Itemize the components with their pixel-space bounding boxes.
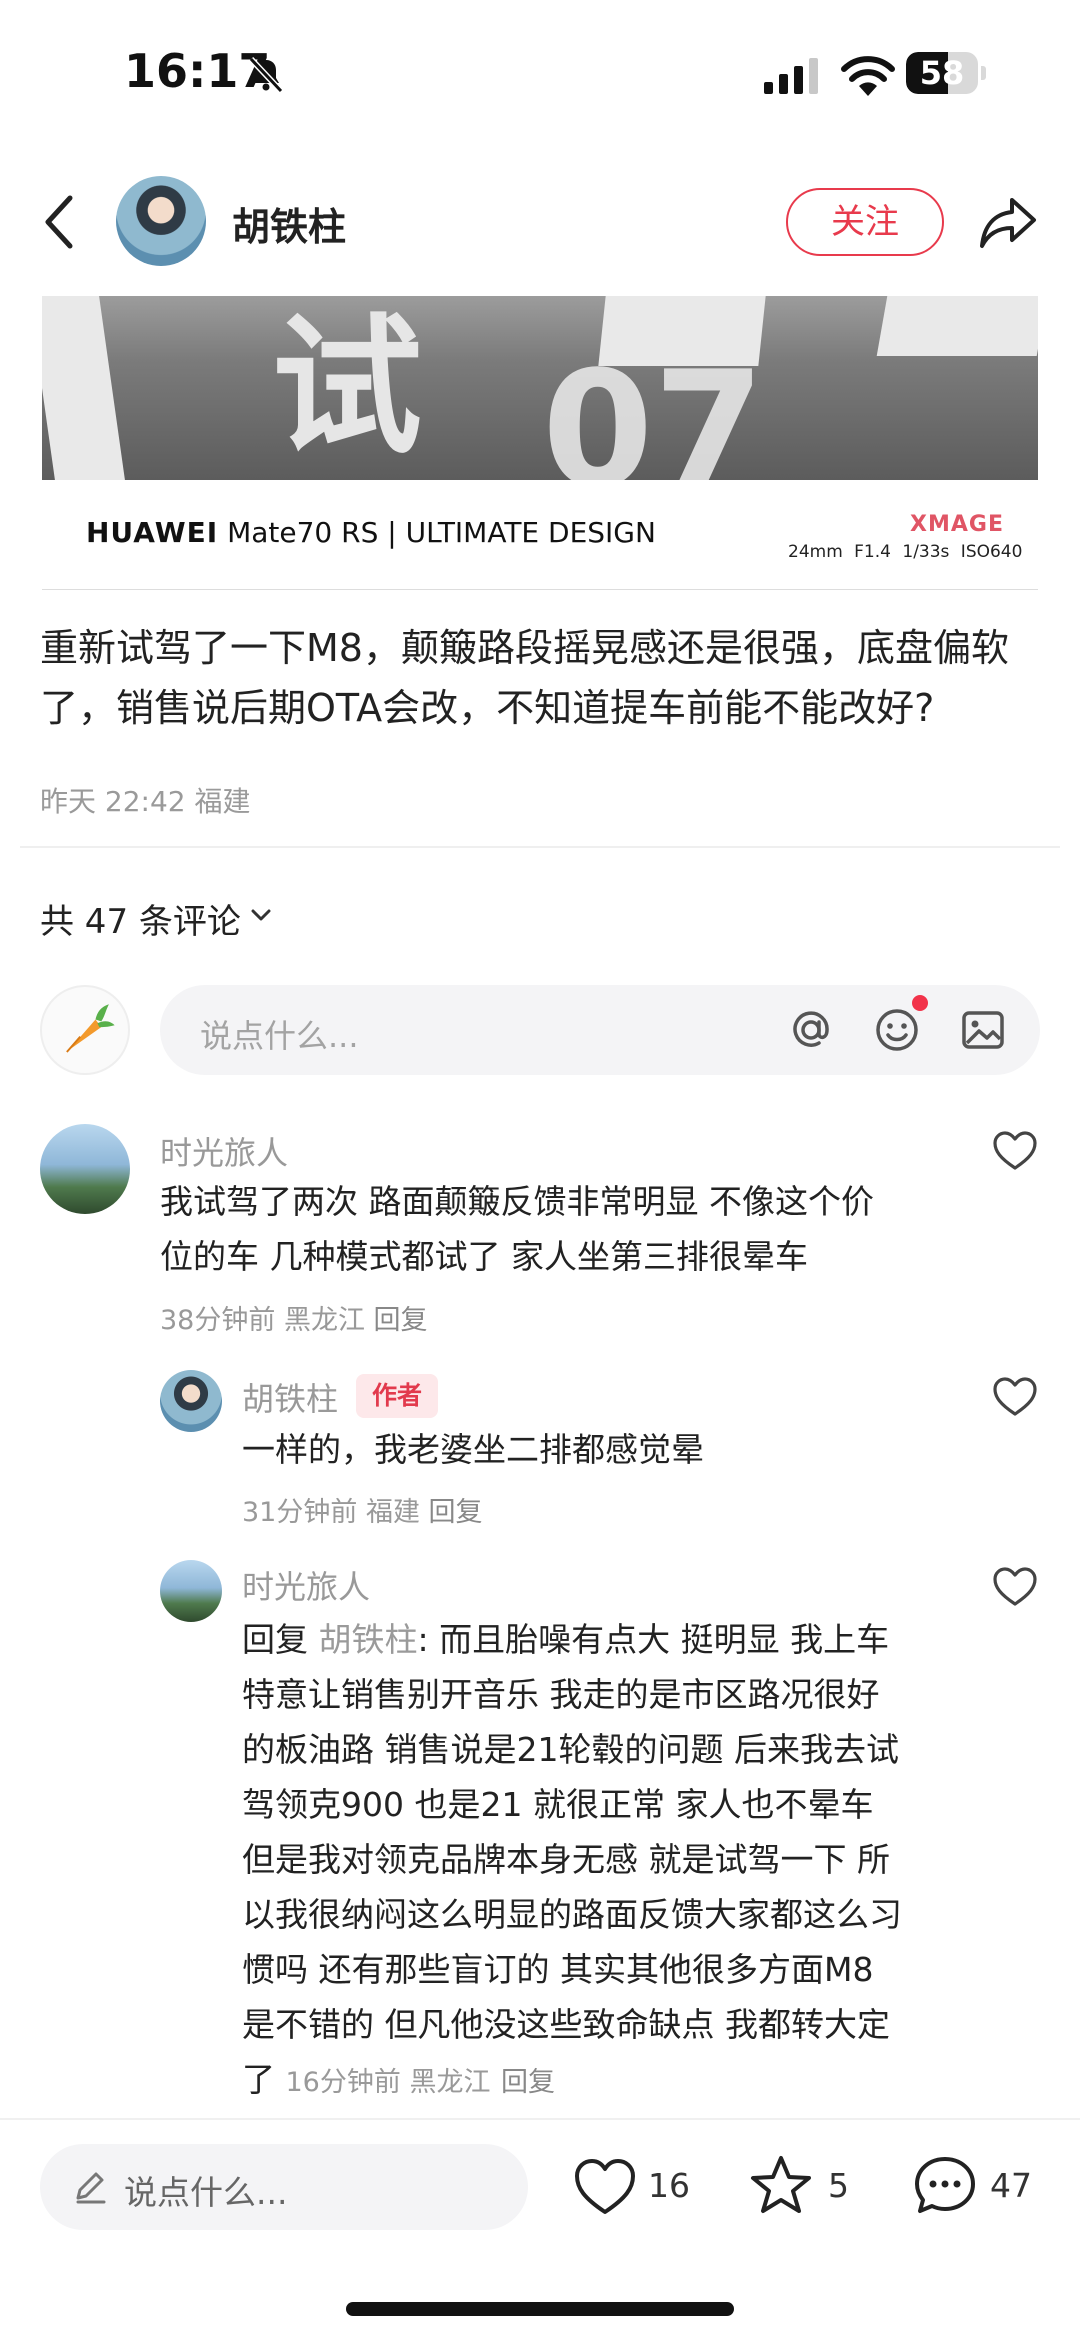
bottom-comment-input[interactable]: 说点什么...: [40, 2144, 528, 2230]
reply-link[interactable]: 回复: [501, 2067, 555, 2098]
post-header: 胡铁柱 关注: [0, 160, 1080, 280]
at-icon[interactable]: [786, 1005, 836, 1055]
bottom-bar-divider: [0, 2118, 1080, 2120]
divider: [20, 846, 1060, 848]
comment-text-line: 但是我对领克品牌本身无感 就是试驾一下 所: [242, 1840, 890, 1879]
comment-time-location: 16分钟前 黑龙江: [285, 2067, 491, 2098]
pencil-icon: [76, 2172, 106, 2204]
comment-count: 47: [990, 2166, 1032, 2205]
road-marking: [42, 296, 125, 480]
like-heart-icon[interactable]: [572, 2156, 638, 2218]
comment-time-location: 38分钟前 黑龙江: [160, 1305, 365, 1336]
comment-text-line: 是不错的 但凡他没这些致命缺点 我都转大定: [242, 2005, 890, 2044]
watermark-brand-name: HUAWEI: [86, 516, 219, 549]
back-arrow-icon[interactable]: [40, 194, 80, 250]
comment-time-location: 31分钟前 福建: [242, 1497, 420, 1528]
emoji-icon[interactable]: [872, 1005, 922, 1055]
comment-text-line: 惯吗 还有那些盲订的 其实其他很多方面M8: [242, 1950, 874, 1989]
comment-text: 一样的，我老婆坐二排都感觉晕: [242, 1430, 704, 1469]
comment-text-line: 了 16分钟前 黑龙江 回复: [242, 2052, 982, 2110]
comment-text-line: 的板油路 销售说是21轮毂的问题 后来我去试: [242, 1730, 899, 1769]
comment-count-toggle[interactable]: 共 47 条评论: [40, 894, 241, 943]
reply-link[interactable]: 回复: [429, 1497, 483, 1528]
favorite-count: 5: [828, 2166, 849, 2205]
reply-link[interactable]: 回复: [374, 1305, 428, 1336]
commenter-name[interactable]: 胡铁柱: [242, 1374, 338, 1420]
reply-prefix: 回复: [242, 1620, 308, 1659]
like-count: 16: [648, 2166, 690, 2205]
road-marking: [876, 296, 1038, 356]
comment-text: 我试驾了两次 路面颠簸反馈非常明显 不像这个价 位的车 几种模式都试了 家人坐第…: [160, 1174, 960, 1284]
comment-input-placeholder: 说点什么...: [200, 1017, 359, 1055]
watermark-exif: 24mm F1.4 1/33s ISO640: [788, 542, 1023, 562]
watermark-brand: HUAWEI Mate70 RS | ULTIMATE DESIGN: [86, 516, 656, 549]
road-text: 试: [272, 301, 423, 475]
mention-link[interactable]: 胡铁柱: [319, 1620, 418, 1659]
chevron-down-icon[interactable]: [250, 906, 272, 924]
comment-text: 回复 胡铁柱: 而且胎噪有点大 挺明显 我上车 特意让销售别开音乐 我走的是市区…: [242, 1612, 982, 2110]
comment-text-segment: 了: [242, 2060, 275, 2099]
cellular-signal-icon: [764, 58, 818, 94]
notification-dot: [912, 995, 928, 1011]
comment-text-line: 位的车 几种模式都试了 家人坐第三排很晕车: [160, 1237, 808, 1276]
comment-bubble-icon[interactable]: [912, 2154, 978, 2216]
comment-text-line: 特意让销售别开音乐 我走的是市区路况很好: [242, 1675, 880, 1714]
camera-watermark: HUAWEI Mate70 RS | ULTIMATE DESIGN XMAGE…: [42, 480, 1038, 590]
battery-level: 58: [919, 54, 965, 92]
battery-icon: 58: [906, 52, 986, 94]
post-text: 重新试驾了一下M8，颠簸路段摇晃感还是很强，底盘偏软了，销售说后期OTA会改，不…: [40, 626, 1009, 730]
status-bar: 16:17 58: [0, 0, 1080, 150]
image-icon[interactable]: [958, 1005, 1008, 1055]
watermark-logo: XMAGE: [910, 512, 1004, 537]
comment-text-segment: : 而且胎噪有点大 挺明显 我上车: [417, 1620, 890, 1659]
comment-text-line: 以我很纳闷这么明显的路面反馈大家都这么习: [242, 1895, 902, 1934]
follow-button[interactable]: 关注: [786, 188, 944, 256]
comment-input[interactable]: 说点什么...: [160, 985, 1040, 1075]
home-indicator[interactable]: [346, 2302, 734, 2316]
heart-icon[interactable]: [992, 1130, 1038, 1172]
wifi-icon: [841, 56, 895, 96]
star-icon[interactable]: [748, 2154, 814, 2216]
share-icon[interactable]: [978, 194, 1038, 250]
comment-text-line: 我试驾了两次 路面颠簸反馈非常明显 不像这个价: [160, 1182, 874, 1221]
commenter-name[interactable]: 时光旅人: [160, 1128, 288, 1174]
post-image[interactable]: 试 07: [42, 296, 1038, 480]
commenter-avatar[interactable]: [160, 1370, 222, 1432]
author-badge: 作者: [356, 1374, 438, 1418]
comment-text-line: 驾领克900 也是21 就很正常 家人也不晕车: [242, 1785, 874, 1824]
watermark-model: Mate70 RS | ULTIMATE DESIGN: [227, 516, 656, 549]
comment-meta: 38分钟前 黑龙江 回复: [160, 1298, 428, 1337]
heart-icon[interactable]: [992, 1376, 1038, 1418]
commenter-name[interactable]: 时光旅人: [242, 1562, 370, 1608]
comment-meta: 31分钟前 福建 回复: [242, 1490, 483, 1529]
comment-text-line: 回复 胡铁柱: 而且胎噪有点大 挺明显 我上车: [242, 1612, 982, 1667]
author-name[interactable]: 胡铁柱: [232, 196, 346, 251]
post-meta: 昨天 22:42 福建: [40, 785, 251, 818]
heart-icon[interactable]: [992, 1566, 1038, 1608]
mute-bell-icon: [248, 56, 284, 94]
carrot-avatar-icon[interactable]: [40, 985, 130, 1075]
road-number: 07: [542, 336, 765, 480]
commenter-avatar[interactable]: [160, 1560, 222, 1622]
bottom-input-placeholder: 说点什么...: [124, 2173, 288, 2212]
author-avatar[interactable]: [116, 176, 206, 266]
commenter-avatar[interactable]: [40, 1124, 130, 1214]
